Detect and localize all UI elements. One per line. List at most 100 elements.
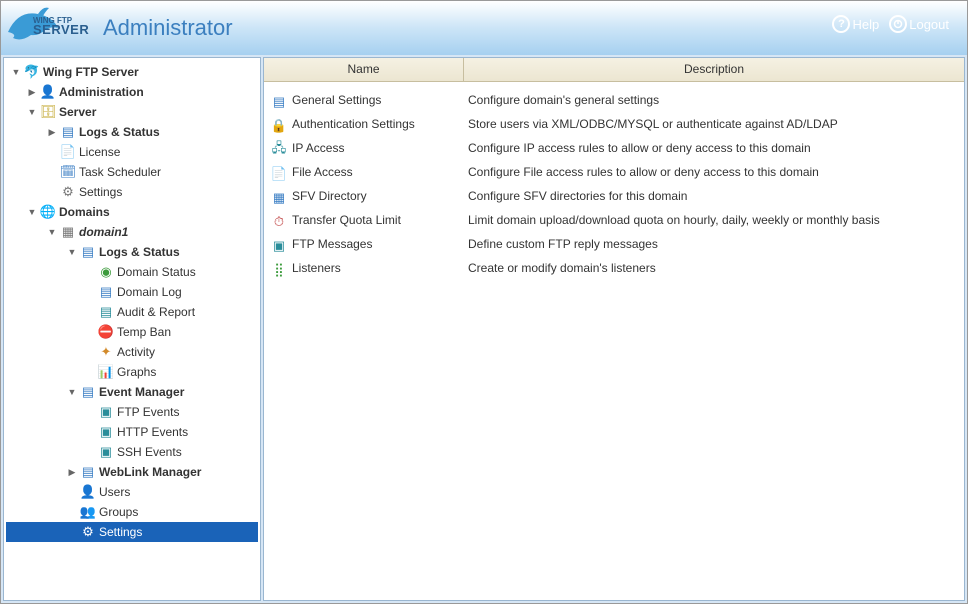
list-icon: ▤	[80, 244, 96, 260]
row-name: File Access	[292, 165, 468, 179]
ssh-event-icon: ▣	[98, 444, 114, 460]
table-header: Name Description	[264, 58, 964, 82]
user-admin-icon: 👤	[40, 84, 56, 100]
row-ftp-messages[interactable]: ▣ FTP MessagesDefine custom FTP reply mes…	[270, 234, 958, 258]
server-icon: 🗄	[40, 104, 56, 120]
tree-event-manager[interactable]: ▼ ▤ Event Manager	[6, 382, 258, 402]
tree-http-label: HTTP Events	[117, 425, 188, 439]
row-general-settings[interactable]: ▤ General SettingsConfigure domain's gene…	[270, 90, 958, 114]
directory-icon: ▦	[270, 189, 288, 207]
tree-activity-label: Activity	[117, 345, 155, 359]
collapse-icon[interactable]: ▼	[66, 247, 78, 257]
table-body: ▤ General SettingsConfigure domain's gene…	[264, 82, 964, 290]
tree-ftp-events[interactable]: ·▣FTP Events	[6, 402, 258, 422]
message-icon: ▣	[270, 237, 288, 255]
row-name: Listeners	[292, 261, 468, 275]
tree-domain-log[interactable]: ·▤Domain Log	[6, 282, 258, 302]
settings-icon: ▤	[270, 93, 288, 111]
tree-audit-report[interactable]: ·▤Audit & Report	[6, 302, 258, 322]
tree-users[interactable]: ·👤Users	[6, 482, 258, 502]
row-listeners[interactable]: ⣿ListenersCreate or modify domain's list…	[270, 258, 958, 282]
tree-activity[interactable]: ·✦Activity	[6, 342, 258, 362]
help-label: Help	[852, 17, 879, 32]
collapse-icon[interactable]: ▼	[26, 207, 38, 217]
logout-button[interactable]: Logout	[889, 15, 949, 33]
globe-icon: 🌐	[40, 204, 56, 220]
tree-http-events[interactable]: ·▣HTTP Events	[6, 422, 258, 442]
tree-license[interactable]: · 📄 License	[6, 142, 258, 162]
domain-icon: ▦	[60, 224, 76, 240]
clock-icon: 🗓	[60, 164, 76, 180]
tree-domains-label: Domains	[59, 205, 110, 219]
expand-icon[interactable]: ▶	[66, 467, 78, 478]
tree-graphs-label: Graphs	[117, 365, 156, 379]
collapse-icon[interactable]: ▼	[26, 107, 38, 117]
row-file-access[interactable]: 📄 File AccessConfigure File access rules …	[270, 162, 958, 186]
collapse-icon[interactable]: ▼	[10, 67, 22, 77]
tree-administration[interactable]: ▶ 👤 Administration	[6, 82, 258, 102]
ban-icon: ⛔	[98, 324, 114, 340]
row-desc: Define custom FTP reply messages	[468, 237, 958, 251]
tree-domain-status[interactable]: ·◉Domain Status	[6, 262, 258, 282]
tree-domain1[interactable]: ▼ ▦ domain1	[6, 222, 258, 242]
chart-icon: 📊	[98, 364, 114, 380]
row-transfer-quota[interactable]: ⏱Transfer Quota LimitLimit domain upload…	[270, 210, 958, 234]
col-name[interactable]: Name	[264, 58, 464, 81]
tree-domains[interactable]: ▼ 🌐 Domains	[6, 202, 258, 222]
tree-ssh-events[interactable]: ·▣SSH Events	[6, 442, 258, 462]
expand-icon[interactable]: ▶	[46, 127, 58, 138]
report-icon: ▤	[98, 304, 114, 320]
row-desc: Configure domain's general settings	[468, 93, 958, 107]
logout-label: Logout	[909, 17, 949, 32]
tree-audit-label: Audit & Report	[117, 305, 195, 319]
tree-groups-label: Groups	[99, 505, 138, 519]
list-icon: ▤	[80, 464, 96, 480]
expand-icon[interactable]: ▶	[26, 87, 38, 98]
tree-domain-settings-label: Settings	[99, 525, 142, 539]
status-icon: ◉	[98, 264, 114, 280]
gear-icon: ⚙	[80, 524, 96, 540]
row-name: SFV Directory	[292, 189, 468, 203]
tree-server-settings-label: Settings	[79, 185, 122, 199]
help-button[interactable]: ? Help	[832, 15, 879, 33]
quota-icon: ⏱	[270, 213, 288, 231]
main-layout: ▼ 🐬 Wing FTP Server ▶ 👤 Administration ▼…	[1, 55, 967, 603]
tree-root[interactable]: ▼ 🐬 Wing FTP Server	[6, 62, 258, 82]
col-description[interactable]: Description	[464, 58, 964, 81]
row-name: FTP Messages	[292, 237, 468, 251]
tree-domain-logs[interactable]: ▼ ▤ Logs & Status	[6, 242, 258, 262]
row-desc: Configure File access rules to allow or …	[468, 165, 958, 179]
tree-graphs[interactable]: ·📊Graphs	[6, 362, 258, 382]
tree-root-label: Wing FTP Server	[43, 65, 139, 79]
tree-task-scheduler[interactable]: · 🗓 Task Scheduler	[6, 162, 258, 182]
row-desc: Configure IP access rules to allow or de…	[468, 141, 958, 155]
collapse-icon[interactable]: ▼	[46, 227, 58, 237]
row-name: IP Access	[292, 141, 468, 155]
tree-event-label: Event Manager	[99, 385, 184, 399]
tree-server[interactable]: ▼ 🗄 Server	[6, 102, 258, 122]
tree-domain-log-label: Domain Log	[117, 285, 182, 299]
tree-domain-status-label: Domain Status	[117, 265, 196, 279]
tree-temp-ban[interactable]: ·⛔Temp Ban	[6, 322, 258, 342]
tree-administration-label: Administration	[59, 85, 144, 99]
content-panel: Name Description ▤General SettingsConfig…	[263, 57, 965, 601]
row-auth-settings[interactable]: 🔒Authentication SettingsStore users via …	[270, 114, 958, 138]
row-name: General Settings	[292, 93, 468, 107]
server-app-icon: 🐬	[24, 64, 40, 80]
brand-logo: WING FTP SERVER Administrator	[13, 8, 233, 48]
help-icon: ?	[832, 15, 850, 33]
tree-server-logs-label: Logs & Status	[79, 125, 160, 139]
tree-server-logs[interactable]: ▶ ▤ Logs & Status	[6, 122, 258, 142]
tree-weblink-label: WebLink Manager	[99, 465, 201, 479]
tree-domain1-label: domain1	[79, 225, 128, 239]
file-icon: 📄	[270, 165, 288, 183]
listener-icon: ⣿	[270, 261, 288, 279]
row-ip-access[interactable]: 🖧IP AccessConfigure IP access rules to a…	[270, 138, 958, 162]
tree-server-settings[interactable]: · ⚙ Settings	[6, 182, 258, 202]
collapse-icon[interactable]: ▼	[66, 387, 78, 397]
tree-domain-settings[interactable]: ·⚙Settings	[6, 522, 258, 542]
tree-weblink-manager[interactable]: ▶ ▤ WebLink Manager	[6, 462, 258, 482]
tree-groups[interactable]: ·👥Groups	[6, 502, 258, 522]
row-sfv-directory[interactable]: ▦SFV DirectoryConfigure SFV directories …	[270, 186, 958, 210]
tree-domain-logs-label: Logs & Status	[99, 245, 180, 259]
